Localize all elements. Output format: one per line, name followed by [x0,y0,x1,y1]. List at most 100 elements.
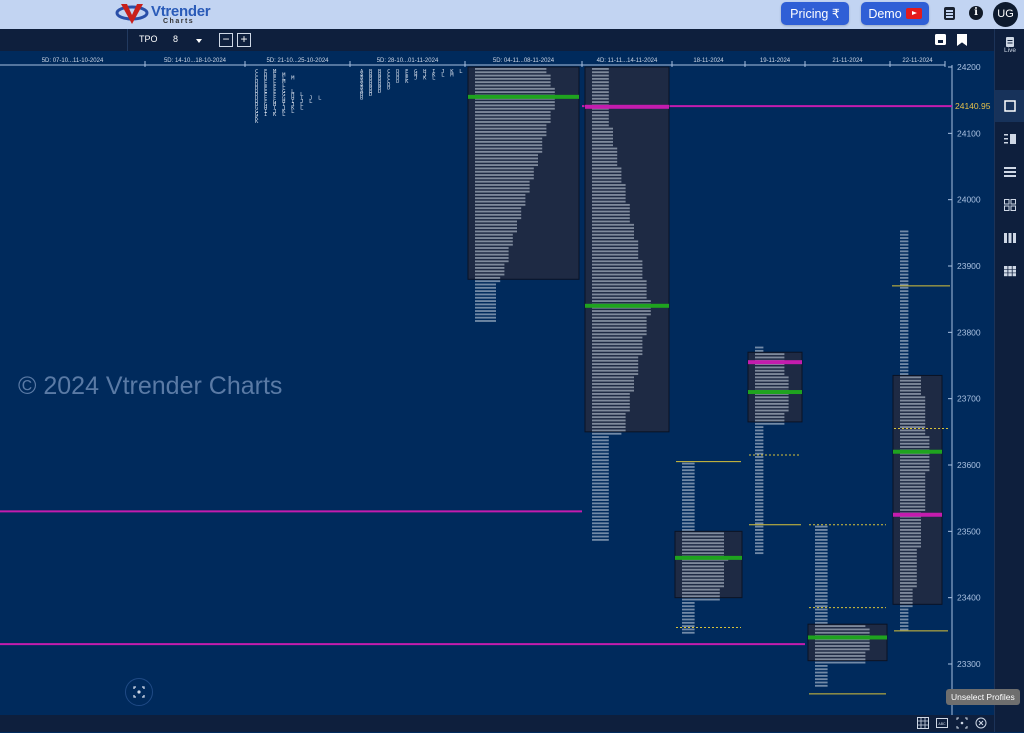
pricing-button[interactable]: Pricing ₹ [781,2,849,25]
tpo-row [900,611,909,614]
value-area-box[interactable] [674,530,743,599]
tpo-row [815,582,828,584]
profile-date-label[interactable]: 18-11-2024 [693,58,724,64]
tpo-row [592,310,651,312]
abc-icon[interactable]: ABC [936,717,948,729]
tpo-row [815,565,828,568]
split-profile-icon[interactable] [995,123,1024,155]
tpo-row [755,502,764,505]
tpo-row [475,290,496,293]
tpo-row [900,422,926,425]
profile-date-label[interactable]: 5D: 04-11...08-11-2024 [493,58,555,64]
tpo-row [475,107,555,110]
profile-date-label[interactable]: 5D: 07-10...11-10-2024 [42,58,104,64]
close-circle-icon[interactable] [975,717,987,729]
tpo-row [682,532,724,535]
tpo-row [592,509,609,511]
tpo-row [592,237,634,239]
tpo-row [755,446,764,448]
live-button[interactable]: Live [995,29,1024,61]
tpo-row [592,203,630,206]
profile-date-label[interactable]: 5D: 14-10...18-10-2024 [164,58,227,64]
tpo-row [682,475,695,478]
tpo-row [815,608,828,611]
tpo-row [900,316,909,319]
tpo-row [682,572,724,574]
tpo-row [592,436,609,438]
tpo-row [592,101,609,103]
tpo-size-select[interactable]: 8 [173,34,178,44]
unselect-profiles-tooltip: Unselect Profiles [946,689,1020,705]
columns-icon[interactable] [995,222,1024,254]
tpo-row [755,442,764,445]
zoom-out-button[interactable]: − [219,33,233,47]
grid-3x3-icon[interactable] [995,255,1024,287]
notes-icon[interactable] [944,7,955,20]
profile-date-label[interactable]: 5D: 28-10...01-11-2024 [377,58,439,64]
tpo-row [475,131,547,133]
tpo-row [815,575,828,578]
vtrender-logo[interactable]: Vtrender Charts [115,2,225,28]
tpo-row [900,572,917,574]
profile-date-label[interactable]: 19-11-2024 [760,58,791,64]
tpo-row [592,502,609,505]
tpo-row [682,592,720,594]
zoom-in-button[interactable]: + [237,33,251,47]
tpo-row [592,147,618,150]
tpo-row [900,356,909,359]
table-icon[interactable] [917,717,929,729]
tpo-row [592,439,609,442]
tpo-row [682,492,695,495]
tpo-row [682,469,695,472]
profile-date-label[interactable]: 21-11-2024 [832,58,863,64]
tpo-row [815,568,828,571]
tpo-row [592,84,609,87]
tpo-row [475,203,526,206]
tpo-row [475,124,547,127]
tpo-row [592,207,630,210]
tpo-row [592,412,626,415]
tpo-row [475,207,522,210]
rows-icon[interactable] [995,156,1024,188]
tpo-row [592,144,613,147]
tpo-row [592,326,647,329]
tpo-row [815,562,828,565]
chevron-down-icon[interactable] [196,39,202,43]
tpo-row [682,605,695,608]
watermark: © 2024 Vtrender Charts [18,372,283,400]
tpo-row [475,187,530,190]
profile-date-label[interactable]: 5D: 21-10...25-10-2024 [266,58,329,64]
tpo-row [755,369,785,372]
tpo-row [815,578,828,581]
tpo-row [682,538,724,541]
tpo-row [475,263,505,266]
tpo-row [900,462,930,465]
tpo-row [900,595,913,598]
user-avatar[interactable]: UG [993,2,1018,27]
tpo-row [900,280,909,283]
tpo-row [755,509,764,511]
focus-small-icon[interactable] [956,717,968,729]
tpo-row [592,131,613,133]
profile-date-label[interactable]: 4D: 11-11...14-11-2024 [597,58,658,64]
tpo-row [475,316,496,319]
tpo-row [900,369,909,372]
tpo-row [755,538,764,541]
info-icon[interactable]: i [969,6,983,20]
save-icon[interactable] [935,34,946,45]
single-profile-icon[interactable] [995,90,1024,122]
tpo-row [900,618,909,621]
tpo-row [475,273,505,276]
tpo-row [900,538,921,541]
tpo-row [592,230,634,233]
profile-date-label[interactable]: 22-11-2024 [902,58,933,64]
demo-button[interactable]: Demo [861,2,929,25]
tpo-row [815,648,870,651]
tpo-row [592,137,613,140]
tpo-row [592,538,609,541]
bookmark-add-icon[interactable] [957,34,967,46]
focus-button[interactable] [125,678,153,706]
layout-panel: Live [994,29,1024,732]
tpo-row [755,485,764,488]
grid-2x2-icon[interactable] [995,189,1024,221]
